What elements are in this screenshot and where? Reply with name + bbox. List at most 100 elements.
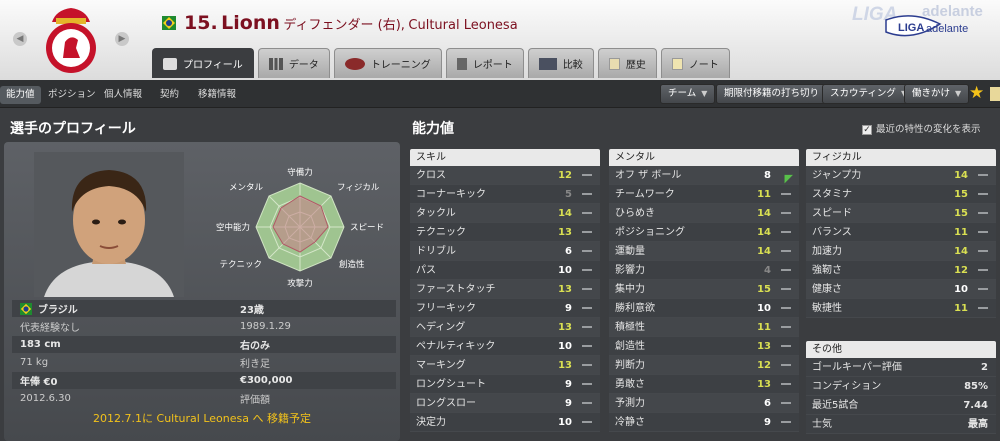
star-icon[interactable]: ★: [969, 83, 984, 103]
sub-navigation: 能力値 ポジション 個人情報 契約 移籍情報 チーム ▼ 期限付移籍の打ち切り ス…: [0, 80, 1000, 108]
approach-button[interactable]: 働きかけ ▼: [904, 84, 970, 104]
trend-neutral-icon: [978, 307, 988, 309]
radar-label-speed: スピード: [350, 223, 384, 233]
player-position: ディフェンダー (右),: [283, 18, 405, 33]
tab-training[interactable]: トレーニング: [333, 48, 442, 78]
attribute-value: 9: [764, 417, 771, 428]
chevron-down-icon: ▼: [955, 89, 962, 98]
radar-label-aerial: 空中能力: [216, 222, 250, 233]
info-row-wage: 年俸 €0 €300,000: [12, 372, 396, 389]
ball-icon: [344, 57, 365, 70]
other-row: 最近5試合 7.44: [806, 396, 996, 415]
skills-row: ロングスロー 9: [410, 394, 600, 413]
attribute-label: オフ ザ ボール: [615, 170, 682, 181]
attribute-value: 12: [757, 360, 771, 371]
subnav-positions[interactable]: ポジション: [42, 86, 102, 104]
subnav-contract[interactable]: 契約: [154, 86, 185, 104]
physical-row: 強靭さ 12: [806, 261, 996, 280]
mental-row: 勝利意欲 10: [609, 299, 799, 318]
attribute-label: 健康さ: [812, 284, 842, 295]
checkbox-icon[interactable]: ✓: [862, 125, 872, 135]
attribute-label: コーナーキック: [416, 189, 486, 200]
report-icon: [456, 57, 467, 70]
attribute-value: 15: [757, 284, 771, 295]
trend-neutral-icon: [781, 193, 791, 195]
attribute-label: 集中力: [615, 284, 645, 295]
recent-changes-checkbox[interactable]: ✓ 最近の特性の変化を表示: [862, 121, 981, 135]
attribute-value: 10: [757, 303, 771, 314]
brazil-flag-icon: [20, 302, 32, 315]
attribute-label: タックル: [416, 208, 456, 219]
skills-list: クロス 12 コーナーキック 5 タックル 14 テクニック 13 ドリブル 6 パス 10 ファースト…: [410, 166, 600, 432]
tab-label: プロフィール: [183, 60, 243, 71]
trend-neutral-icon: [582, 193, 592, 195]
scouting-button[interactable]: スカウティング▼: [822, 84, 916, 104]
attribute-value: 13: [558, 322, 572, 333]
tab-data[interactable]: データ: [257, 48, 330, 78]
trend-neutral-icon: [781, 212, 791, 214]
contract-end: 2012.6.30: [20, 393, 71, 404]
subnav-personal[interactable]: 個人情報: [98, 86, 148, 104]
attribute-label: テクニック: [416, 227, 466, 238]
skills-row: クロス 12: [410, 166, 600, 185]
notebook-icon[interactable]: [990, 87, 1000, 101]
attribute-label: ロングスロー: [416, 398, 476, 409]
trend-neutral-icon: [781, 326, 791, 328]
forward-icon[interactable]: ▶: [115, 32, 129, 46]
attribute-label: ファーストタッチ: [416, 284, 496, 295]
team-button[interactable]: チーム ▼: [660, 84, 716, 104]
attribute-label: ジャンプ力: [812, 170, 862, 181]
tab-profile[interactable]: プロフィール: [152, 48, 254, 78]
radar-label-defending: 守備力: [287, 167, 313, 178]
skills-row: 決定力 10: [410, 413, 600, 432]
skills-row: タックル 14: [410, 204, 600, 223]
trend-neutral-icon: [582, 421, 592, 423]
physical-row: 健康さ 10: [806, 280, 996, 299]
button-label: 働きかけ: [912, 88, 951, 99]
trend-neutral-icon: [781, 345, 791, 347]
attribute-label: 勝利意欲: [615, 303, 655, 314]
attribute-value: 13: [558, 360, 572, 371]
attribute-label: ペナルティキック: [416, 341, 496, 352]
trend-neutral-icon: [978, 231, 988, 233]
attribute-label: ポジショニング: [615, 227, 685, 238]
skills-row: ファーストタッチ 13: [410, 280, 600, 299]
other-row: 士気 最高: [806, 415, 996, 434]
tab-label: データ: [288, 60, 319, 71]
attribute-label: バランス: [812, 227, 852, 238]
skills-heading: スキル: [410, 149, 600, 166]
attribute-label: フリーキック: [416, 303, 476, 314]
tab-compare[interactable]: 比較: [527, 48, 594, 78]
tab-notes[interactable]: ノート: [660, 48, 730, 78]
skills-row: ペナルティキック 10: [410, 337, 600, 356]
end-loan-button[interactable]: 期限付移籍の打ち切り: [716, 84, 828, 104]
physical-panel: フィジカル ジャンプ力 14 スタミナ 15 スピード 15 バランス 11 加速力 14 強靭さ 1…: [806, 149, 996, 318]
trend-neutral-icon: [582, 364, 592, 366]
back-icon[interactable]: ◀: [13, 32, 27, 46]
value: €300,000: [240, 375, 293, 386]
trend-neutral-icon: [582, 383, 592, 385]
attribute-label: 冷静さ: [615, 417, 645, 428]
subnav-transfer[interactable]: 移籍情報: [192, 86, 242, 104]
tab-report[interactable]: レポート: [445, 48, 524, 78]
attribute-value: 14: [757, 227, 771, 238]
physical-row: バランス 11: [806, 223, 996, 242]
other-row: コンディション 85%: [806, 377, 996, 396]
attribute-label: マーキング: [416, 360, 466, 371]
trend-neutral-icon: [978, 250, 988, 252]
trend-neutral-icon: [978, 174, 988, 176]
attribute-value: 12: [954, 265, 968, 276]
player-title: 15. Lionn ディフェンダー (右), Cultural Leonesa: [184, 12, 518, 34]
trend-neutral-icon: [781, 269, 791, 271]
physical-row: 敏捷性 11: [806, 299, 996, 318]
other-panel: その他 ゴールキーパー評価 2 コンディション 85% 最近5試合 7.44 士気 最高: [806, 341, 996, 434]
attribute-label: コンディション: [812, 381, 882, 392]
attribute-value: 10: [558, 417, 572, 428]
attribute-label: ドリブル: [416, 246, 456, 257]
skills-row: テクニック 13: [410, 223, 600, 242]
subnav-attributes[interactable]: 能力値: [0, 86, 41, 104]
tab-history[interactable]: 歴史: [597, 48, 657, 78]
trend-neutral-icon: [781, 288, 791, 290]
nationality: ブラジル: [38, 305, 78, 316]
weight: 71 kg: [20, 357, 49, 368]
